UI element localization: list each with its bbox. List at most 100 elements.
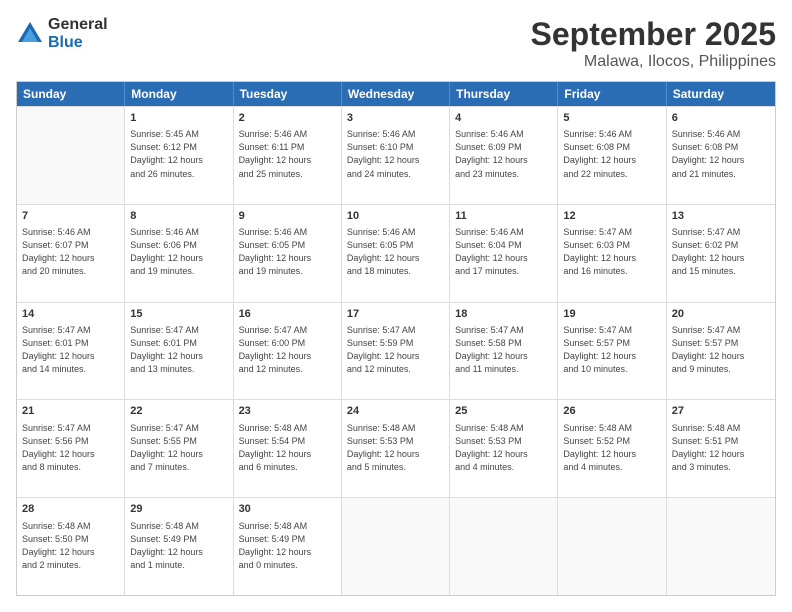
- day-number: 1: [130, 111, 227, 126]
- day-number: 18: [455, 307, 552, 322]
- header-monday: Monday: [125, 82, 233, 106]
- day-number: 8: [130, 209, 227, 224]
- calendar-cell: 3 Sunrise: 5:46 AMSunset: 6:10 PMDaylight…: [342, 107, 450, 204]
- day-number: 14: [22, 307, 119, 322]
- day-info: Sunrise: 5:47 AMSunset: 6:01 PMDaylight:…: [22, 324, 119, 376]
- day-number: 25: [455, 404, 552, 419]
- calendar-cell: 6Sunrise: 5:46 AMSunset: 6:08 PMDaylight…: [667, 107, 775, 204]
- day-info: Sunrise: 5:47 AMSunset: 6:02 PMDaylight:…: [672, 226, 770, 278]
- calendar-cell: 16Sunrise: 5:47 AMSunset: 6:00 PMDayligh…: [234, 303, 342, 400]
- day-number: 9: [239, 209, 336, 224]
- day-info: Sunrise: 5:46 AMSunset: 6:04 PMDaylight:…: [455, 226, 552, 278]
- calendar-week-2: 7 Sunrise: 5:46 AMSunset: 6:07 PMDaylight…: [17, 204, 775, 302]
- day-number: 27: [672, 404, 770, 419]
- day-info: Sunrise: 5:46 AMSunset: 6:05 PMDaylight:…: [239, 226, 336, 278]
- day-info: Sunrise: 5:46 AMSunset: 6:07 PMDaylight:…: [22, 226, 119, 278]
- calendar-cell: 21 Sunrise: 5:47 AMSunset: 5:56 PMDayligh…: [17, 400, 125, 497]
- header-saturday: Saturday: [667, 82, 775, 106]
- day-number: 2: [239, 111, 336, 126]
- calendar-week-5: 28Sunrise: 5:48 AMSunset: 5:50 PMDayligh…: [17, 497, 775, 595]
- calendar-cell: [450, 498, 558, 595]
- day-number: 20: [672, 307, 770, 322]
- header: General Blue September 2025 Malawa, Iloc…: [16, 16, 776, 71]
- calendar-cell: 8 Sunrise: 5:46 AMSunset: 6:06 PMDaylight…: [125, 205, 233, 302]
- header-thursday: Thursday: [450, 82, 558, 106]
- calendar-cell: 12 Sunrise: 5:47 AMSunset: 6:03 PMDayligh…: [558, 205, 666, 302]
- day-info: Sunrise: 5:48 AMSunset: 5:53 PMDaylight:…: [455, 422, 552, 474]
- day-number: 15: [130, 307, 227, 322]
- calendar-cell: 5 Sunrise: 5:46 AMSunset: 6:08 PMDaylight…: [558, 107, 666, 204]
- day-number: 21: [22, 404, 119, 419]
- calendar-cell: 9 Sunrise: 5:46 AMSunset: 6:05 PMDaylight…: [234, 205, 342, 302]
- logo-blue-text: Blue: [48, 34, 108, 52]
- header-tuesday: Tuesday: [234, 82, 342, 106]
- day-number: 7: [22, 209, 119, 224]
- day-number: 5: [563, 111, 660, 126]
- day-number: 12: [563, 209, 660, 224]
- day-number: 19: [563, 307, 660, 322]
- calendar-cell: 26 Sunrise: 5:48 AMSunset: 5:52 PMDayligh…: [558, 400, 666, 497]
- day-info: Sunrise: 5:47 AMSunset: 5:59 PMDaylight:…: [347, 324, 444, 376]
- day-info: Sunrise: 5:46 AMSunset: 6:10 PMDaylight:…: [347, 128, 444, 180]
- logo-text: General Blue: [48, 16, 108, 51]
- calendar-week-1: 1 Sunrise: 5:45 AMSunset: 6:12 PMDaylight…: [17, 106, 775, 204]
- calendar-cell: 19Sunrise: 5:47 AMSunset: 5:57 PMDayligh…: [558, 303, 666, 400]
- day-info: Sunrise: 5:47 AMSunset: 6:03 PMDaylight:…: [563, 226, 660, 278]
- day-info: Sunrise: 5:48 AMSunset: 5:49 PMDaylight:…: [239, 520, 336, 572]
- calendar-cell: 7 Sunrise: 5:46 AMSunset: 6:07 PMDaylight…: [17, 205, 125, 302]
- header-friday: Friday: [558, 82, 666, 106]
- day-info: Sunrise: 5:48 AMSunset: 5:54 PMDaylight:…: [239, 422, 336, 474]
- day-info: Sunrise: 5:47 AMSunset: 5:55 PMDaylight:…: [130, 422, 227, 474]
- calendar-cell: 29 Sunrise: 5:48 AMSunset: 5:49 PMDayligh…: [125, 498, 233, 595]
- logo: General Blue: [16, 16, 108, 51]
- calendar-cell: 28Sunrise: 5:48 AMSunset: 5:50 PMDayligh…: [17, 498, 125, 595]
- day-number: 4: [455, 111, 552, 126]
- day-number: 23: [239, 404, 336, 419]
- day-info: Sunrise: 5:47 AMSunset: 5:56 PMDaylight:…: [22, 422, 119, 474]
- calendar-header: Sunday Monday Tuesday Wednesday Thursday…: [17, 82, 775, 106]
- day-number: 17: [347, 307, 444, 322]
- calendar-cell: 22Sunrise: 5:47 AMSunset: 5:55 PMDayligh…: [125, 400, 233, 497]
- day-number: 3: [347, 111, 444, 126]
- day-info: Sunrise: 5:45 AMSunset: 6:12 PMDaylight:…: [130, 128, 227, 180]
- calendar-cell: 30 Sunrise: 5:48 AMSunset: 5:49 PMDayligh…: [234, 498, 342, 595]
- calendar-subtitle: Malawa, Ilocos, Philippines: [531, 53, 776, 71]
- header-wednesday: Wednesday: [342, 82, 450, 106]
- page: General Blue September 2025 Malawa, Iloc…: [0, 0, 792, 612]
- title-block: September 2025 Malawa, Ilocos, Philippin…: [531, 16, 776, 71]
- day-number: 24: [347, 404, 444, 419]
- day-info: Sunrise: 5:47 AMSunset: 5:58 PMDaylight:…: [455, 324, 552, 376]
- calendar-cell: [17, 107, 125, 204]
- day-info: Sunrise: 5:47 AMSunset: 5:57 PMDaylight:…: [672, 324, 770, 376]
- day-number: 29: [130, 502, 227, 517]
- day-number: 16: [239, 307, 336, 322]
- calendar-cell: 24Sunrise: 5:48 AMSunset: 5:53 PMDayligh…: [342, 400, 450, 497]
- calendar-cell: 10 Sunrise: 5:46 AMSunset: 6:05 PMDayligh…: [342, 205, 450, 302]
- day-info: Sunrise: 5:48 AMSunset: 5:50 PMDaylight:…: [22, 520, 119, 572]
- day-info: Sunrise: 5:48 AMSunset: 5:51 PMDaylight:…: [672, 422, 770, 474]
- day-number: 10: [347, 209, 444, 224]
- day-info: Sunrise: 5:48 AMSunset: 5:52 PMDaylight:…: [563, 422, 660, 474]
- day-number: 13: [672, 209, 770, 224]
- calendar-cell: 1 Sunrise: 5:45 AMSunset: 6:12 PMDaylight…: [125, 107, 233, 204]
- day-number: 30: [239, 502, 336, 517]
- day-info: Sunrise: 5:48 AMSunset: 5:49 PMDaylight:…: [130, 520, 227, 572]
- calendar-cell: 4Sunrise: 5:46 AMSunset: 6:09 PMDaylight…: [450, 107, 558, 204]
- calendar-cell: [342, 498, 450, 595]
- calendar-body: 1 Sunrise: 5:45 AMSunset: 6:12 PMDaylight…: [17, 106, 775, 595]
- day-info: Sunrise: 5:47 AMSunset: 6:01 PMDaylight:…: [130, 324, 227, 376]
- header-sunday: Sunday: [17, 82, 125, 106]
- calendar-cell: 20 Sunrise: 5:47 AMSunset: 5:57 PMDayligh…: [667, 303, 775, 400]
- day-info: Sunrise: 5:46 AMSunset: 6:06 PMDaylight:…: [130, 226, 227, 278]
- day-info: Sunrise: 5:46 AMSunset: 6:08 PMDaylight:…: [563, 128, 660, 180]
- calendar-cell: 23 Sunrise: 5:48 AMSunset: 5:54 PMDayligh…: [234, 400, 342, 497]
- day-info: Sunrise: 5:46 AMSunset: 6:05 PMDaylight:…: [347, 226, 444, 278]
- calendar-cell: 2Sunrise: 5:46 AMSunset: 6:11 PMDaylight…: [234, 107, 342, 204]
- calendar-cell: 14 Sunrise: 5:47 AMSunset: 6:01 PMDayligh…: [17, 303, 125, 400]
- calendar-cell: 18 Sunrise: 5:47 AMSunset: 5:58 PMDayligh…: [450, 303, 558, 400]
- calendar: Sunday Monday Tuesday Wednesday Thursday…: [16, 81, 776, 596]
- calendar-cell: 11Sunrise: 5:46 AMSunset: 6:04 PMDayligh…: [450, 205, 558, 302]
- calendar-cell: 25 Sunrise: 5:48 AMSunset: 5:53 PMDayligh…: [450, 400, 558, 497]
- day-number: 26: [563, 404, 660, 419]
- calendar-cell: 15 Sunrise: 5:47 AMSunset: 6:01 PMDayligh…: [125, 303, 233, 400]
